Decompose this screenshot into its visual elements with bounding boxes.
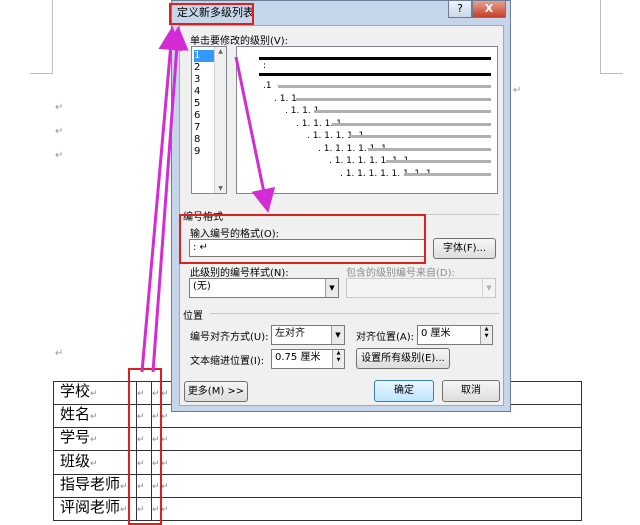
spin-arrows-icon[interactable]: ▲ ▼ <box>480 326 492 344</box>
spin-arrows-icon[interactable]: ▲ ▼ <box>332 350 344 368</box>
ok-button[interactable]: 确定 <box>374 380 434 402</box>
row-label: 班级 <box>60 451 91 470</box>
level-list-item[interactable]: 3 <box>194 74 214 86</box>
cell-end-mark: ↵ <box>161 481 169 492</box>
align-at-spinner[interactable]: 0 厘米 ▲ ▼ <box>417 325 493 345</box>
cancel-button[interactable]: 取消 <box>442 380 500 402</box>
indent-label: 文本缩进位置(I): <box>190 356 265 367</box>
table-cell-label[interactable]: 班级↵ <box>53 450 137 475</box>
level-list-item[interactable]: 5 <box>194 98 214 110</box>
number-style-value: (无) <box>193 281 211 292</box>
position-group-label: 位置 <box>183 311 203 322</box>
indent-value: 0.75 厘米 <box>275 352 321 363</box>
level-list-item[interactable]: 1 <box>194 50 214 62</box>
cell-end-mark: ↵ <box>161 389 169 400</box>
align-at-value: 0 厘米 <box>421 328 451 339</box>
level-list-item[interactable]: 7 <box>194 122 214 134</box>
table-cell-label[interactable]: 姓名↵ <box>53 404 137 429</box>
font-button[interactable]: 字体(F)... <box>433 238 496 259</box>
cell-end-mark: ↵ <box>90 412 98 423</box>
alignment-value: 左对齐 <box>275 328 305 339</box>
preview-line <box>350 135 491 138</box>
level-listbox[interactable]: ▲ ▼ 123456789 <box>191 46 227 194</box>
alignment-select[interactable]: 左对齐 ▼ <box>271 325 345 345</box>
scroll-down-arrow-icon[interactable]: ▼ <box>215 185 226 192</box>
paragraph-mark: ↵ <box>55 348 64 359</box>
format-highlight-box <box>179 214 426 264</box>
preview-level-text: .1 <box>263 81 272 91</box>
preview-line <box>296 97 491 101</box>
level-list-item[interactable]: 4 <box>194 86 214 98</box>
level-section-label: 单击要修改的级别(V): <box>190 36 289 47</box>
set-all-levels-button[interactable]: 设置所有级别(E)... <box>356 348 450 369</box>
preview-line <box>278 85 491 88</box>
indent-spinner[interactable]: 0.75 厘米 ▲ ▼ <box>271 349 345 369</box>
table-cell-label[interactable]: 评阅老师↵ <box>53 496 137 522</box>
scroll-up-arrow-icon[interactable]: ▲ <box>215 48 226 55</box>
preview-line <box>404 172 491 176</box>
preview-level-text: : <box>263 61 267 71</box>
preview-line <box>259 57 491 60</box>
preview-line <box>332 122 491 126</box>
row-label: 指导老师 <box>60 474 121 493</box>
table-cell[interactable]: ↵ <box>160 427 582 452</box>
table-cell[interactable]: ↵ <box>160 496 582 522</box>
row-label: 学号 <box>60 428 91 447</box>
level-preview-pane: : .1. 1. 1. 1. 1. 1. 1. 1. 1. 1. 1. 1. 1.… <box>236 46 498 194</box>
row-label: 姓名 <box>60 405 91 424</box>
level-listbox-scrollbar[interactable]: ▲ ▼ <box>214 47 226 193</box>
level-list-item[interactable]: 9 <box>194 146 214 158</box>
number-style-select[interactable]: (无) ▼ <box>189 278 339 298</box>
cell-end-mark: ↵ <box>161 412 169 423</box>
chevron-down-icon[interactable]: ▼ <box>331 326 344 344</box>
margin-corner-right <box>600 0 623 74</box>
level-list-item[interactable]: 6 <box>194 110 214 122</box>
table-cell-label[interactable]: 学校↵ <box>53 380 137 406</box>
row-label: 评阅老师 <box>60 497 121 516</box>
help-icon: ? <box>457 2 463 15</box>
table-cell-label[interactable]: 学号↵ <box>53 427 137 452</box>
preview-line <box>368 147 491 151</box>
cell-end-mark: ↵ <box>161 458 169 469</box>
paragraph-mark: ↵ <box>55 126 64 137</box>
include-level-select: ▼ <box>346 278 496 298</box>
paragraph-mark: ↵ <box>55 150 64 161</box>
more-button[interactable]: 更多(M) >> <box>184 381 248 402</box>
close-button[interactable]: X <box>472 1 506 18</box>
paragraph-mark: ↵ <box>55 102 64 113</box>
cell-end-mark: ↵ <box>90 389 98 400</box>
table-cell[interactable]: ↵ <box>160 473 582 498</box>
table-cell[interactable]: ↵ <box>160 450 582 475</box>
cell-end-mark: ↵ <box>161 504 169 515</box>
table-cell-label[interactable]: 指导老师↵ <box>53 473 137 498</box>
level-list-item[interactable]: 8 <box>194 134 214 146</box>
close-icon: X <box>484 2 494 15</box>
paragraph-mark: ↵ <box>513 85 522 96</box>
preview-line <box>259 73 491 76</box>
title-highlight-box <box>169 3 254 25</box>
include-level-label: 包含的级别编号来自(D): <box>346 268 455 279</box>
group-separator <box>210 313 499 314</box>
help-button[interactable]: ? <box>448 1 472 18</box>
cell-end-mark: ↵ <box>90 458 98 469</box>
chevron-down-icon[interactable]: ▼ <box>325 279 338 297</box>
margin-corner-left <box>30 0 53 74</box>
alignment-label: 编号对齐方式(U): <box>190 332 269 343</box>
cell-end-mark: ↵ <box>120 481 128 492</box>
number-style-label: 此级别的编号样式(N): <box>190 268 289 279</box>
cell-end-mark: ↵ <box>90 435 98 446</box>
define-multilevel-list-dialog: 定义新多级列表 ? X 单击要修改的级别(V): ▲ ▼ 123456789 :… <box>171 0 511 412</box>
level-list-item[interactable]: 2 <box>194 62 214 74</box>
cell-end-mark: ↵ <box>161 435 169 446</box>
preview-level-text: . 1. 1 <box>274 93 297 104</box>
chevron-down-icon: ▼ <box>482 279 495 297</box>
table-column-highlight-box <box>128 368 162 525</box>
row-label: 学校 <box>60 382 91 401</box>
align-at-label: 对齐位置(A): <box>356 332 415 343</box>
preview-line <box>386 160 491 163</box>
preview-line <box>314 110 491 113</box>
cell-end-mark: ↵ <box>120 504 128 515</box>
